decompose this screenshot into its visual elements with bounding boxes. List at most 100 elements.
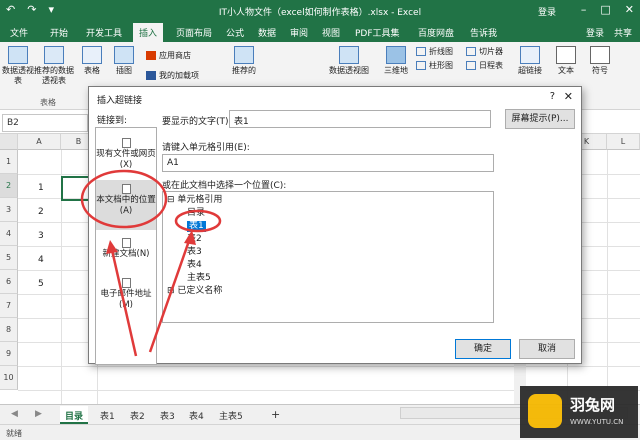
text-button[interactable]: 文本	[548, 46, 584, 76]
column-header[interactable]: L	[607, 134, 640, 150]
help-button[interactable]: ?	[550, 91, 555, 102]
cancel-button[interactable]: 取消	[519, 339, 575, 359]
add-sheet-button[interactable]: +	[266, 405, 285, 423]
pivot-chart-button[interactable]: 数据透视图	[324, 46, 374, 76]
column-sparkline-button[interactable]: 柱形图	[416, 60, 453, 71]
sign-in-link[interactable]: 登录	[538, 5, 556, 18]
tree-item[interactable]: 表4	[187, 260, 202, 271]
sheet-tab-main5[interactable]: 主表5	[214, 406, 248, 424]
pivot-chart-icon	[339, 46, 359, 64]
slicer-icon	[466, 47, 476, 56]
tab-developer[interactable]: 开发工具	[86, 26, 122, 39]
link-icon	[520, 46, 540, 64]
line-chart-icon	[416, 47, 426, 56]
pivot-table-icon	[8, 46, 28, 64]
tab-pdf-tools[interactable]: PDF工具集	[355, 26, 400, 39]
tab-data[interactable]: 数据	[258, 26, 276, 39]
rabbit-logo-icon	[528, 394, 562, 428]
omega-icon	[590, 46, 610, 64]
illustrations-button[interactable]: 插图	[106, 46, 142, 76]
cell-reference-input[interactable]: A1	[162, 154, 494, 172]
tree-root-cell-references[interactable]: ⊟ 单元格引用	[167, 195, 222, 206]
row-header[interactable]: 4	[0, 222, 18, 246]
tab-baidu-netdisk[interactable]: 百度网盘	[418, 26, 454, 39]
my-addins-button[interactable]: 我的加载项	[146, 70, 199, 81]
row-header[interactable]: 7	[0, 294, 18, 318]
3d-map-button[interactable]: 三维地	[378, 46, 414, 76]
row-header[interactable]: 9	[0, 342, 18, 366]
ok-button[interactable]: 确定	[455, 339, 511, 359]
sheet-tab-2[interactable]: 表2	[125, 406, 150, 424]
display-text-input[interactable]: 表1	[229, 110, 491, 128]
option-new-document[interactable]: 新建文档(N)	[96, 238, 156, 260]
minimize-icon[interactable]: –	[581, 3, 587, 16]
tab-review[interactable]: 审阅	[290, 26, 308, 39]
option-place-in-document[interactable]: 本文档中的位置(A)	[96, 180, 156, 230]
hyperlink-button[interactable]: 超链接	[510, 46, 550, 76]
charts-icon	[234, 46, 254, 64]
tree-item[interactable]: 表2	[187, 234, 202, 245]
sheet-tab-3[interactable]: 表3	[155, 406, 180, 424]
sheet-nav-next[interactable]: ▶	[30, 406, 47, 424]
row-header[interactable]: 1	[0, 150, 18, 174]
cell-value[interactable]: 2	[38, 207, 44, 217]
tree-defined-names[interactable]: ⊞ 已定义名称	[167, 286, 222, 297]
tree-item[interactable]: 表3	[187, 247, 202, 258]
table-button[interactable]: 表格	[74, 46, 110, 76]
share-button[interactable]: 共享	[614, 26, 632, 39]
watermark-url: WWW.YUTU.CN	[570, 418, 624, 426]
cell-value[interactable]: 5	[38, 279, 44, 289]
screentip-button[interactable]: 屏幕提示(P)...	[505, 109, 575, 129]
column-header[interactable]: A	[18, 134, 61, 150]
sheet-nav-prev[interactable]: ◀	[6, 406, 23, 424]
tables-group-label: 表格	[40, 98, 56, 107]
close-window-icon[interactable]: ✕	[625, 3, 634, 16]
timeline-button[interactable]: 日程表	[466, 60, 503, 71]
cell-value[interactable]: 3	[38, 231, 44, 241]
dialog-title: 插入超链接	[97, 96, 143, 106]
sheet-tab-toc[interactable]: 目录	[60, 406, 89, 424]
tab-page-layout[interactable]: 页面布局	[176, 26, 212, 39]
tree-item-selected[interactable]: 表1	[187, 221, 206, 232]
tell-me-search[interactable]: 告诉我	[470, 26, 497, 39]
tree-item[interactable]: 目录	[187, 208, 205, 219]
app-store-button[interactable]: 应用商店	[146, 50, 191, 61]
sign-in-button[interactable]: 登录	[586, 26, 604, 39]
cell-value[interactable]: 1	[38, 183, 44, 193]
row-header[interactable]: 3	[0, 198, 18, 222]
row-header[interactable]: 2	[0, 174, 18, 198]
symbols-button[interactable]: 符号	[582, 46, 618, 76]
tab-file[interactable]: 文件	[10, 26, 28, 39]
store-icon	[146, 51, 156, 60]
expand-icon: ⊞	[167, 286, 178, 296]
close-dialog-button[interactable]: ✕	[564, 90, 573, 103]
sheet-tab-4[interactable]: 表4	[184, 406, 209, 424]
name-box[interactable]: B2	[2, 114, 88, 132]
table-icon	[82, 46, 102, 64]
tab-formulas[interactable]: 公式	[226, 26, 244, 39]
tab-view[interactable]: 视图	[322, 26, 340, 39]
select-all-corner[interactable]	[0, 134, 18, 150]
document-location-tree[interactable]: ⊟ 单元格引用 目录 表1 表2 表3 表4 主表5 ⊞ 已定义名称	[162, 191, 494, 323]
link-to-panel: 现有文件或网页(X) 本文档中的位置(A) 新建文档(N) 电子邮件地址(M)	[95, 127, 157, 365]
site-watermark: 羽兔网 WWW.YUTU.CN	[520, 386, 638, 438]
row-header[interactable]: 8	[0, 318, 18, 342]
recommended-charts-button[interactable]: 推荐的	[226, 46, 262, 76]
tab-insert[interactable]: 插入	[133, 23, 164, 42]
grid-line	[18, 366, 640, 367]
slicer-button[interactable]: 切片器	[466, 46, 503, 57]
maximize-icon[interactable]: □	[600, 3, 610, 16]
tree-item[interactable]: 主表5	[187, 273, 211, 284]
sheet-tab-1[interactable]: 表1	[95, 406, 120, 424]
cell-value[interactable]: 4	[38, 255, 44, 265]
option-email-address[interactable]: 电子邮件地址(M)	[96, 278, 156, 311]
option-existing-file[interactable]: 现有文件或网页(X)	[96, 138, 156, 171]
line-sparkline-button[interactable]: 折线图	[416, 46, 453, 57]
row-header[interactable]: 6	[0, 270, 18, 294]
row-header[interactable]: 5	[0, 246, 18, 270]
tab-home[interactable]: 开始	[50, 26, 68, 39]
recommended-pivot-button[interactable]: 推荐的数据透视表	[34, 46, 74, 86]
pivot-table-button[interactable]: 数据透视表	[0, 46, 36, 86]
status-ready: 就绪	[6, 429, 22, 438]
row-header[interactable]: 10	[0, 366, 18, 390]
